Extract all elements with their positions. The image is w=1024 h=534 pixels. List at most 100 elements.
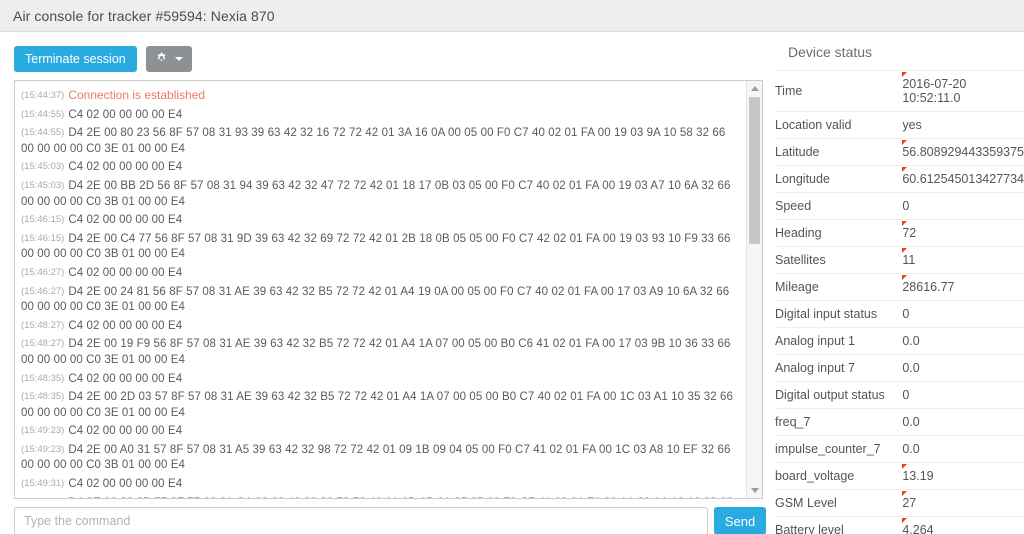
device-status-row: Longitude 60.612545013427734 [775, 165, 1024, 193]
console-log-line: (15:49:31) C4 02 00 00 00 00 E4 [21, 475, 740, 494]
log-hex-message: D4 2E 00 80 23 56 8F 57 08 31 93 39 63 4… [21, 127, 726, 155]
console-log-line: (15:44:55) C4 02 00 00 00 00 E4 [21, 106, 740, 125]
device-status-key: freq_7 [775, 415, 811, 429]
device-status-value: 56.808929443359375 [902, 139, 1024, 166]
command-input-row: Send [14, 507, 774, 534]
console-log-line: (15:48:35) D4 2E 00 2D 03 57 8F 57 08 31 … [21, 388, 740, 422]
device-status-key: Digital output status [775, 388, 885, 402]
console-output-panel: (15:44:37) Connection is established (15:4… [14, 80, 763, 499]
page-title: Air console for tracker #59594: Nexia 87… [13, 7, 275, 24]
device-status-value: 0.0 [902, 415, 920, 429]
send-button[interactable]: Send [714, 507, 766, 534]
device-status-row: Latitude 56.808929443359375 [775, 138, 1024, 166]
log-timestamp: (15:49:31) [21, 497, 64, 498]
log-timestamp: (15:48:35) [21, 391, 65, 403]
log-hex-message: D4 2E 00 C4 77 56 8F 57 08 31 9D 39 63 4… [21, 232, 731, 261]
settings-dropdown-button[interactable] [145, 46, 192, 72]
log-timestamp: (15:44:55) [21, 108, 65, 120]
log-hex-message: C4 02 00 00 00 00 E4 [68, 161, 183, 174]
log-status-message: Connection is established [68, 88, 206, 102]
device-status-table: Time 2016-07-20 10:52:11.0 Location valid y… [775, 70, 1024, 534]
console-log-line: (15:44:37) Connection is established [21, 87, 740, 106]
device-status-value: yes [902, 118, 922, 132]
device-status-key: Analog input 1 [775, 334, 855, 348]
device-status-row: Analog input 7 0.0 [775, 354, 1024, 382]
console-log-line: (15:49:23) D4 2E 00 A0 31 57 8F 57 08 31 … [21, 441, 740, 475]
log-hex-message: D4 2E 00 2D 03 57 8F 57 08 31 AE 39 63 4… [21, 391, 734, 419]
device-status-value: 0 [902, 199, 910, 213]
device-status-value: 72 [902, 220, 1024, 247]
log-timestamp: (15:49:31) [21, 478, 65, 490]
device-status-row: GSM Level 27 [775, 489, 1024, 517]
device-status-key: Battery level [775, 523, 844, 534]
console-log-line: (15:46:15) C4 02 00 00 00 00 E4 [21, 211, 740, 230]
device-status-value: 0 [902, 388, 910, 402]
device-status-row: Location valid yes [775, 111, 1024, 139]
console-log-line: (15:44:55) D4 2E 00 80 23 56 8F 57 08 31 … [21, 124, 740, 158]
log-timestamp: (15:45:03) [21, 179, 65, 191]
console-log-line: (15:46:27) D4 2E 00 24 81 56 8F 57 08 31 … [21, 283, 740, 317]
log-timestamp: (15:44:37) [21, 90, 65, 101]
log-hex-message: C4 02 00 00 00 00 E4 [68, 214, 183, 227]
device-status-value: 4.264 [902, 517, 1024, 534]
device-status-key: Location valid [775, 118, 852, 132]
page-body: Terminate session (15:44:37) Connection i… [0, 32, 1024, 534]
log-timestamp: (15:45:03) [21, 161, 65, 173]
scroll-down-arrow-icon[interactable] [747, 483, 762, 498]
console-log-line: (15:45:03) D4 2E 00 BB 2D 56 8F 57 08 31 … [21, 177, 740, 211]
console-log-line: (15:49:23) C4 02 00 00 00 00 E4 [21, 422, 740, 441]
device-status-value: 0.0 [902, 334, 920, 348]
scrollbar-thumb[interactable] [749, 97, 760, 244]
device-status-key: Speed [775, 199, 812, 213]
device-status-row: Digital input status 0 [775, 300, 1024, 328]
device-status-row: Battery level 4.264 [775, 516, 1024, 534]
chevron-down-icon [174, 57, 183, 61]
device-status-value: 0 [902, 307, 910, 321]
console-scrollbar[interactable] [746, 81, 762, 498]
device-status-key: Analog input 7 [775, 361, 855, 375]
log-timestamp: (15:48:35) [21, 372, 65, 384]
device-status-value: 60.612545013427734 [902, 166, 1024, 193]
device-status-key: impulse_counter_7 [775, 442, 881, 456]
device-status-value: 13.19 [902, 463, 1024, 490]
log-hex-message: C4 02 00 00 00 00 E4 [68, 266, 183, 279]
device-status-key: Longitude [775, 172, 830, 186]
log-hex-message: C4 02 00 00 00 00 E4 [68, 478, 183, 491]
log-hex-message: C4 02 00 00 00 00 E4 [68, 425, 183, 438]
device-status-row: Heading 72 [775, 219, 1024, 247]
device-status-key: Digital input status [775, 307, 878, 321]
command-input[interactable] [14, 507, 708, 534]
device-status-row: Mileage 28616.77 [775, 273, 1024, 301]
console-log-line: (15:45:03) C4 02 00 00 00 00 E4 [21, 158, 740, 177]
console-log-line: (15:48:35) C4 02 00 00 00 00 E4 [21, 370, 740, 389]
device-status-row: Speed 0 [775, 192, 1024, 220]
console-log-line: (15:48:27) D4 2E 00 19 F9 56 8F 57 08 31 … [21, 335, 740, 369]
device-status-key: Satellites [775, 253, 826, 267]
device-status-row: Time 2016-07-20 10:52:11.0 [775, 70, 1024, 112]
log-timestamp: (15:46:15) [21, 232, 65, 244]
scroll-up-arrow-icon[interactable] [747, 81, 762, 96]
log-timestamp: (15:49:23) [21, 425, 65, 437]
device-status-key: Latitude [775, 145, 820, 159]
terminate-session-button[interactable]: Terminate session [14, 46, 137, 72]
device-status-value: 2016-07-20 10:52:11.0 [902, 71, 1024, 112]
log-hex-message: D4 2E 00 82 3B 57 8F 57 08 31 CA 39 63 4… [21, 497, 733, 498]
log-hex-message: D4 2E 00 24 81 56 8F 57 08 31 AE 39 63 4… [21, 285, 730, 314]
device-status-value: 28616.77 [902, 274, 1024, 301]
device-status-row: Analog input 1 0.0 [775, 327, 1024, 355]
device-status-row: impulse_counter_7 0.0 [775, 435, 1024, 463]
log-hex-message: D4 2E 00 BB 2D 56 8F 57 08 31 94 39 63 4… [21, 179, 731, 208]
device-status-key: board_voltage [775, 469, 855, 483]
console-log-line: (15:46:27) C4 02 00 00 00 00 E4 [21, 264, 740, 283]
gear-icon [155, 51, 168, 67]
device-status-title: Device status [788, 44, 873, 60]
device-status-key: Mileage [775, 280, 819, 294]
log-hex-message: D4 2E 00 A0 31 57 8F 57 08 31 A5 39 63 4… [21, 443, 731, 472]
device-status-key: Heading [775, 226, 822, 240]
log-hex-message: C4 02 00 00 00 00 E4 [68, 319, 183, 332]
log-timestamp: (15:48:27) [21, 338, 65, 350]
console-toolbar: Terminate session [0, 32, 775, 76]
log-timestamp: (15:46:27) [21, 266, 65, 278]
device-status-value: 11 [902, 247, 1024, 274]
device-status-row: Satellites 11 [775, 246, 1024, 274]
